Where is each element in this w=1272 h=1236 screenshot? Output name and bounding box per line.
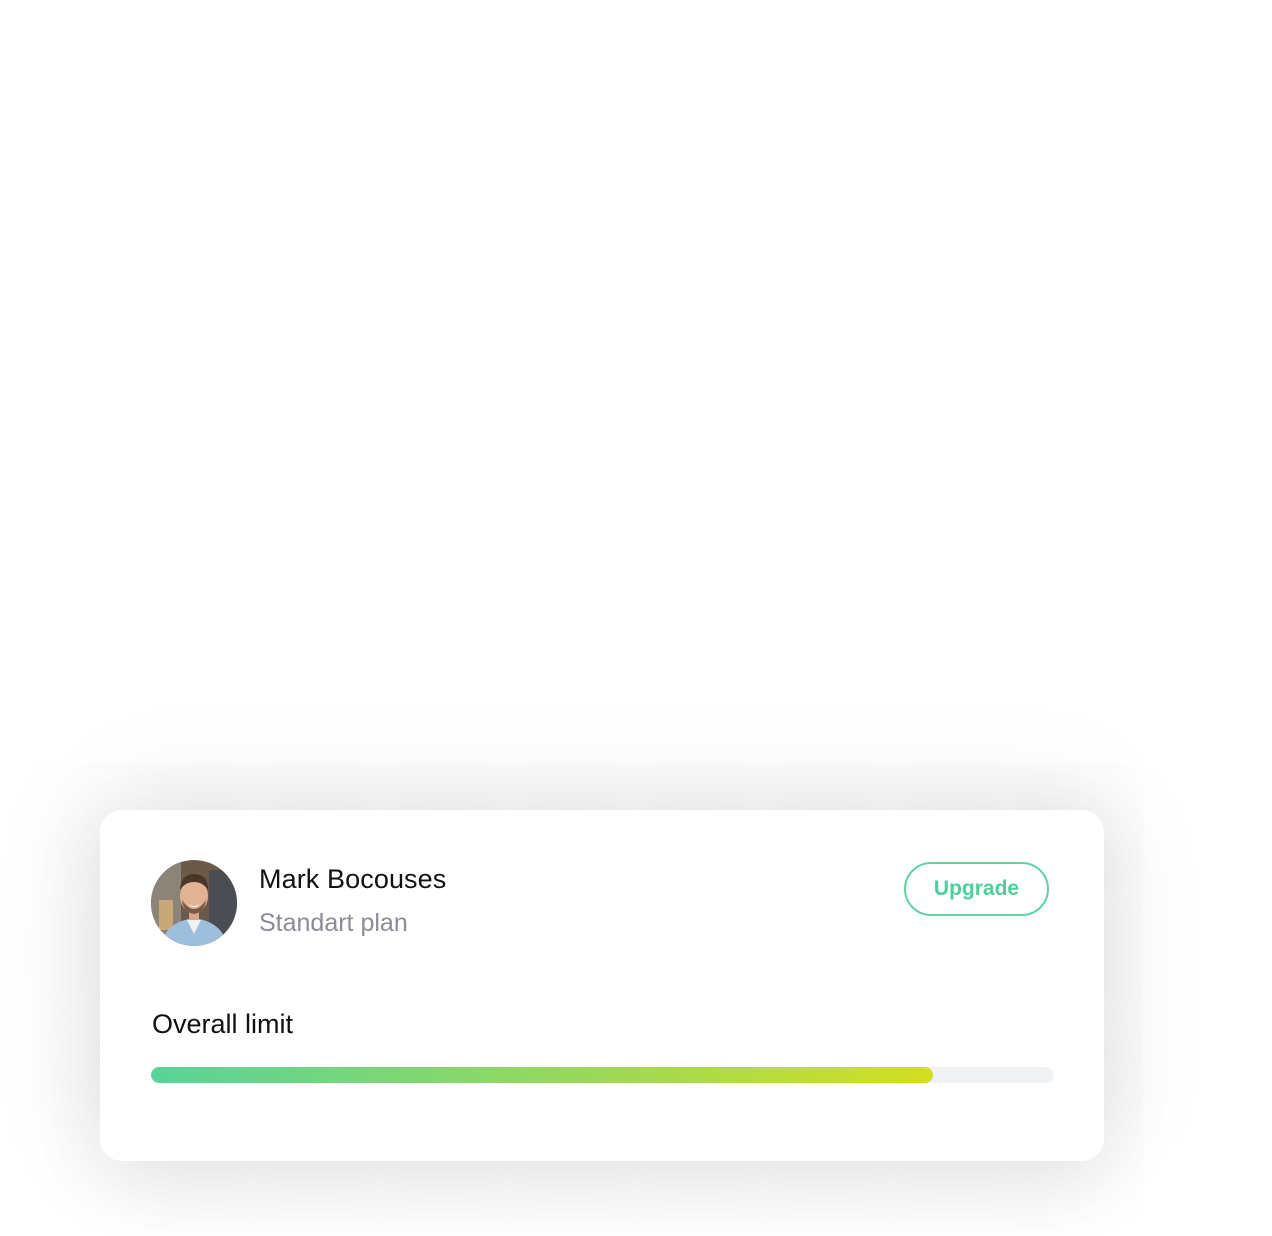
account-card: Mark Bocouses Standart plan Upgrade Over… (100, 810, 1104, 1161)
user-name: Mark Bocouses (259, 864, 447, 894)
overall-limit-progress-bar (151, 1067, 1054, 1083)
upgrade-button[interactable]: Upgrade (904, 862, 1049, 916)
overall-limit-progress-fill (151, 1067, 933, 1083)
plan-name: Standart plan (259, 909, 408, 937)
avatar (151, 860, 237, 946)
user-photo-icon (151, 860, 237, 946)
overall-limit-label: Overall limit (152, 1009, 294, 1039)
